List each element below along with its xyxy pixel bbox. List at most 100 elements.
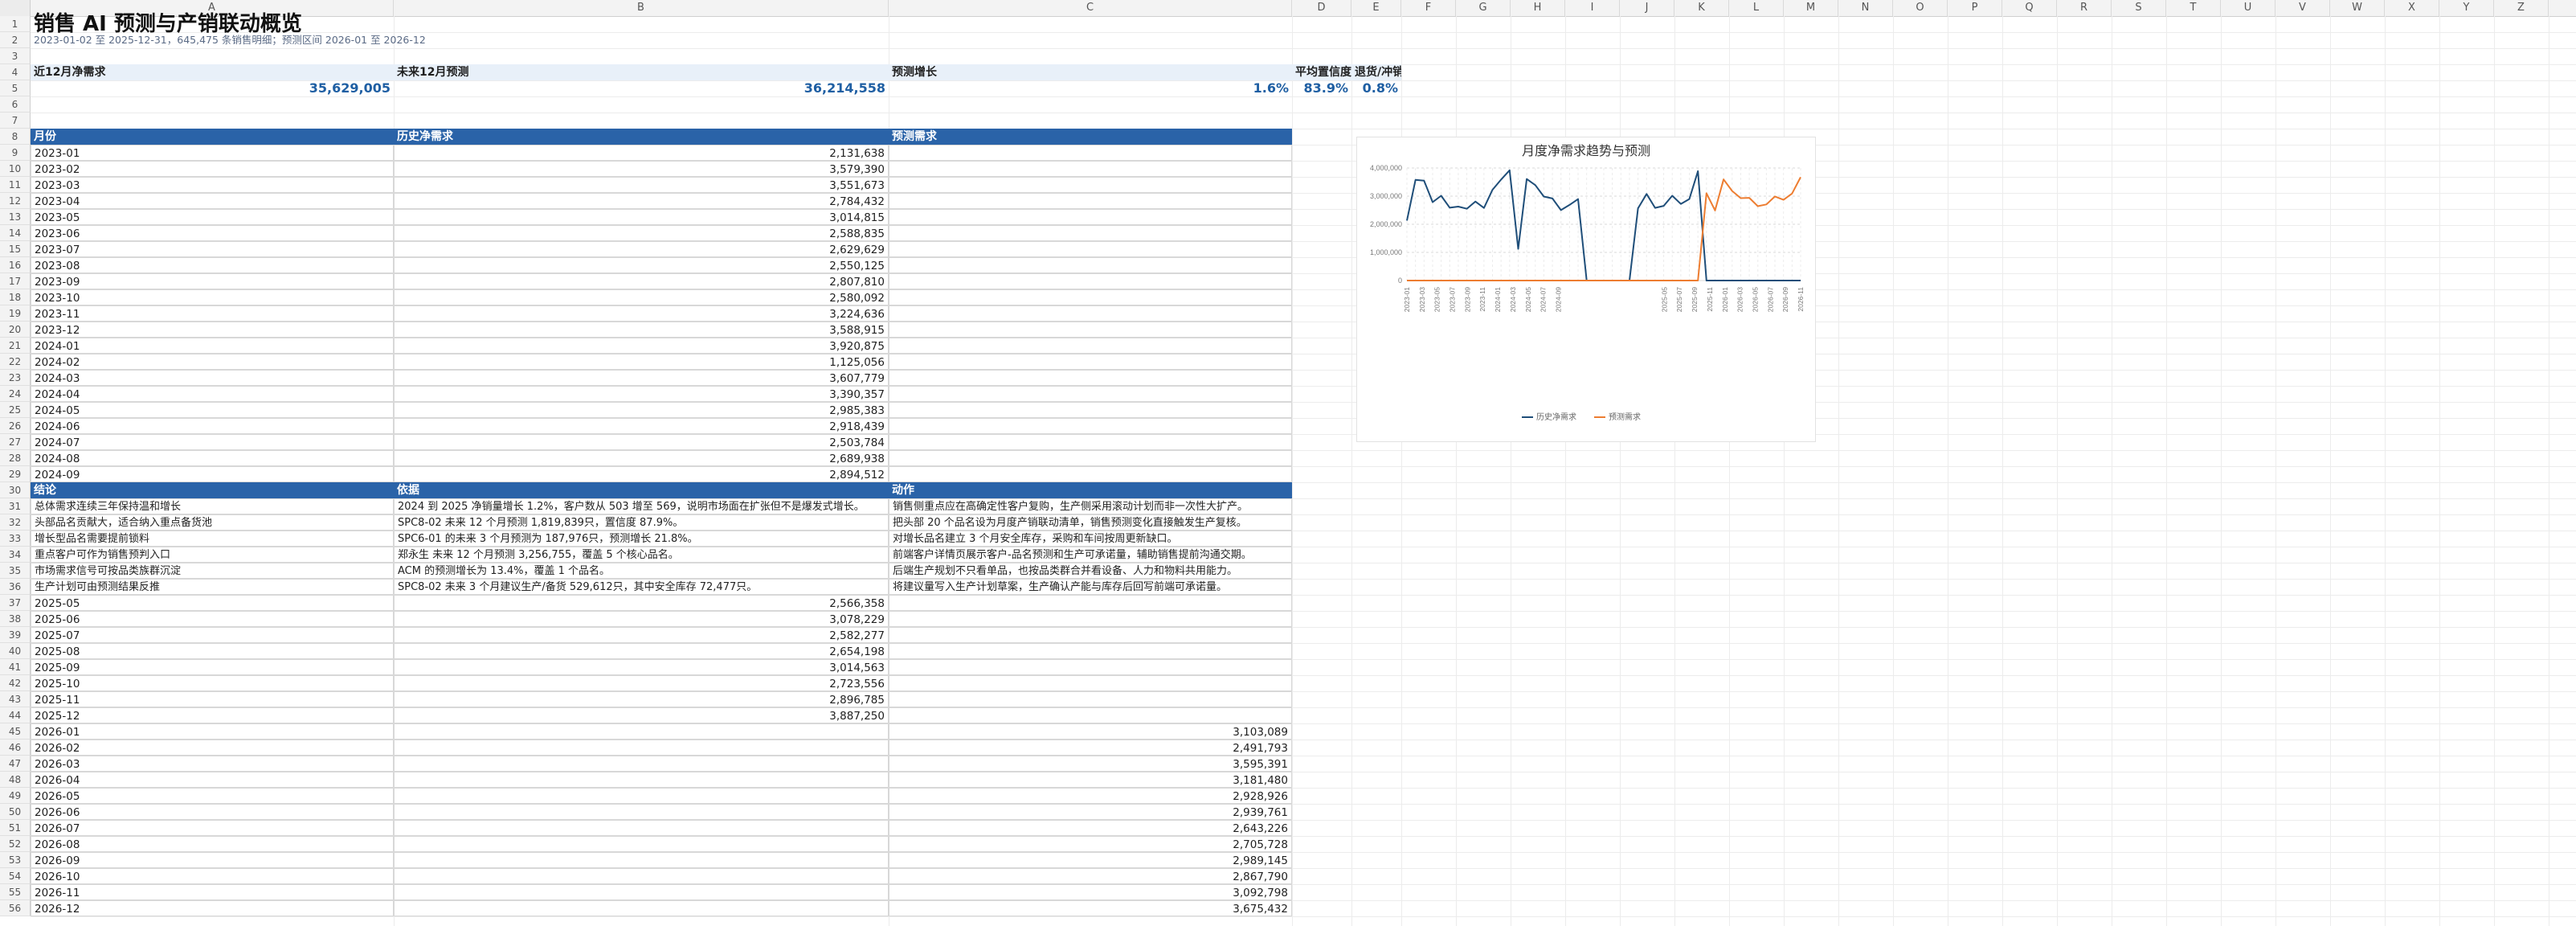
month-cell[interactable]: 2024-04 [31, 386, 394, 402]
history-value-cell[interactable]: 2,588,835 [394, 225, 889, 241]
row-header[interactable]: 31 [0, 498, 31, 514]
kpi-label[interactable]: 预测增长 [889, 64, 1292, 80]
row-header[interactable]: 7 [0, 113, 31, 129]
insight-basis[interactable]: 2024 到 2025 净销量增长 1.2%，客户数从 503 增至 569，说… [394, 498, 889, 514]
row-header[interactable]: 36 [0, 579, 31, 595]
history-value-cell[interactable] [394, 900, 889, 916]
forecast-value-cell[interactable] [889, 627, 1292, 643]
kpi-label[interactable]: 平均置信度 [1292, 64, 1351, 80]
history-value-cell[interactable] [394, 868, 889, 884]
month-cell[interactable]: 2024-07 [31, 434, 394, 450]
forecast-value-cell[interactable]: 3,675,432 [889, 900, 1292, 916]
row-header[interactable]: 10 [0, 161, 31, 177]
history-value-cell[interactable] [394, 723, 889, 740]
row-header[interactable]: 29 [0, 466, 31, 482]
column-header-y[interactable]: Y [2439, 0, 2494, 16]
column-header-p[interactable]: P [1948, 0, 2002, 16]
month-cell[interactable]: 2023-10 [31, 289, 394, 305]
history-value-cell[interactable]: 3,224,636 [394, 305, 889, 322]
forecast-value-cell[interactable] [889, 659, 1292, 675]
history-value-cell[interactable]: 3,588,915 [394, 322, 889, 338]
month-cell[interactable]: 2023-05 [31, 209, 394, 225]
month-cell[interactable]: 2023-01 [31, 145, 394, 161]
row-header[interactable]: 2 [0, 32, 31, 48]
month-cell[interactable]: 2023-06 [31, 225, 394, 241]
column-header-i[interactable]: I [1565, 0, 1620, 16]
column-header-q[interactable]: Q [2002, 0, 2057, 16]
kpi-value[interactable]: 36,214,558 [394, 80, 889, 96]
row-header[interactable]: 15 [0, 241, 31, 257]
kpi-label[interactable]: 近12月净需求 [31, 64, 394, 80]
insight-conclusion[interactable]: 总体需求连续三年保持温和增长 [31, 498, 394, 514]
row-header[interactable]: 13 [0, 209, 31, 225]
insight-conclusion[interactable]: 市场需求信号可按品类族群沉淀 [31, 563, 394, 579]
row-header[interactable]: 37 [0, 595, 31, 611]
month-cell[interactable]: 2026-03 [31, 756, 394, 772]
column-header-n[interactable]: N [1838, 0, 1893, 16]
row-header[interactable]: 52 [0, 836, 31, 852]
row-header[interactable]: 8 [0, 129, 31, 145]
row-header[interactable]: 32 [0, 514, 31, 531]
row-header[interactable]: 6 [0, 96, 31, 113]
history-value-cell[interactable]: 2,985,383 [394, 402, 889, 418]
month-cell[interactable]: 2024-03 [31, 370, 394, 386]
insight-basis[interactable]: SPC8-02 未来 12 个月预测 1,819,839只，置信度 87.9%。 [394, 514, 889, 531]
history-value-cell[interactable]: 3,078,229 [394, 611, 889, 627]
table-header-1[interactable]: 历史净需求 [394, 129, 889, 145]
month-cell[interactable]: 2026-01 [31, 723, 394, 740]
row-header[interactable]: 47 [0, 756, 31, 772]
insight-basis[interactable]: ACM 的预测增长为 13.4%，覆盖 1 个品名。 [394, 563, 889, 579]
insight-basis[interactable]: SPC6-01 的未来 3 个月预测为 187,976只，预测增长 21.8%。 [394, 531, 889, 547]
forecast-value-cell[interactable] [889, 322, 1292, 338]
row-header[interactable]: 23 [0, 370, 31, 386]
column-header-d[interactable]: D [1292, 0, 1351, 16]
row-header[interactable]: 24 [0, 386, 31, 402]
row-header[interactable]: 19 [0, 305, 31, 322]
forecast-value-cell[interactable]: 2,867,790 [889, 868, 1292, 884]
forecast-value-cell[interactable] [889, 193, 1292, 209]
history-value-cell[interactable]: 3,920,875 [394, 338, 889, 354]
select-all-corner[interactable] [0, 0, 31, 16]
month-cell[interactable]: 2026-12 [31, 900, 394, 916]
page-subtitle[interactable]: 2023-01-02 至 2025-12-31，645,475 条销售明细；预测… [31, 32, 1292, 48]
kpi-value[interactable]: 83.9% [1292, 80, 1351, 96]
forecast-value-cell[interactable]: 3,103,089 [889, 723, 1292, 740]
history-value-cell[interactable]: 2,580,092 [394, 289, 889, 305]
column-header-w[interactable]: W [2330, 0, 2385, 16]
month-cell[interactable]: 2026-11 [31, 884, 394, 900]
month-cell[interactable]: 2026-10 [31, 868, 394, 884]
month-cell[interactable]: 2023-12 [31, 322, 394, 338]
row-header[interactable]: 42 [0, 675, 31, 691]
row-header[interactable]: 1 [0, 16, 31, 32]
history-value-cell[interactable]: 2,896,785 [394, 691, 889, 707]
forecast-value-cell[interactable] [889, 225, 1292, 241]
month-cell[interactable]: 2023-07 [31, 241, 394, 257]
forecast-value-cell[interactable] [889, 209, 1292, 225]
forecast-value-cell[interactable] [889, 595, 1292, 611]
month-cell[interactable]: 2025-08 [31, 643, 394, 659]
forecast-value-cell[interactable] [889, 354, 1292, 370]
history-value-cell[interactable]: 2,689,938 [394, 450, 889, 466]
kpi-value[interactable]: 35,629,005 [31, 80, 394, 96]
column-header-m[interactable]: M [1784, 0, 1838, 16]
kpi-label[interactable]: 退货/冲销占比 [1351, 64, 1401, 80]
column-header-z[interactable]: Z [2494, 0, 2549, 16]
row-header[interactable]: 55 [0, 884, 31, 900]
column-header-k[interactable]: K [1674, 0, 1729, 16]
insight-header-0[interactable]: 结论 [31, 482, 394, 498]
table-header-0[interactable]: 月份 [31, 129, 394, 145]
month-cell[interactable]: 2025-11 [31, 691, 394, 707]
row-header[interactable]: 56 [0, 900, 31, 916]
history-value-cell[interactable] [394, 836, 889, 852]
history-value-cell[interactable] [394, 756, 889, 772]
month-cell[interactable]: 2025-06 [31, 611, 394, 627]
history-value-cell[interactable] [394, 804, 889, 820]
history-value-cell[interactable]: 2,654,198 [394, 643, 889, 659]
month-cell[interactable]: 2025-12 [31, 707, 394, 723]
row-header[interactable]: 3 [0, 48, 31, 64]
column-header-f[interactable]: F [1401, 0, 1456, 16]
row-header[interactable]: 30 [0, 482, 31, 498]
month-cell[interactable]: 2024-05 [31, 402, 394, 418]
column-header-l[interactable]: L [1729, 0, 1784, 16]
month-cell[interactable]: 2026-09 [31, 852, 394, 868]
